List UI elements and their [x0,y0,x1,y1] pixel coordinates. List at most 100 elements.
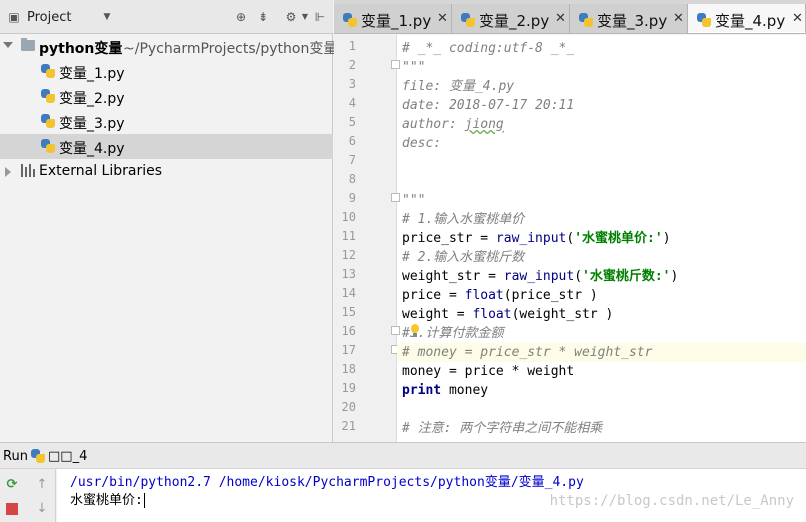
code-line: weight = float(weight_str ) [402,305,613,324]
fold-marker-icon[interactable] [391,193,400,202]
rerun-icon[interactable]: ⟳ [4,477,20,493]
code-text: weight = [402,307,473,322]
locate-file-icon[interactable]: ⊕ [234,10,248,24]
project-panel: ▣ Project ▼ ⊕ ⇟ ⚙ ▼ ⊩ python变量 ~/Pycharm… [0,0,337,442]
tree-item-file[interactable]: 变量_2.py [0,84,333,109]
tree-item-project-root[interactable]: python变量 ~/PycharmProjects/python变量 [0,34,337,59]
lightbulb-icon[interactable] [409,324,421,339]
tree-item-file[interactable]: 变量_1.py [0,59,333,84]
external-libraries-label: External Libraries [39,163,162,179]
code-line: price_str = raw_input('水蜜桃单价:') [402,231,671,246]
builtin-function: float [472,307,512,322]
code-text: price_str = [402,231,496,246]
line-number: 3 [348,77,356,91]
code-editor[interactable]: 1 2 3 4 5 6 7 8 9 10 11 12 13 14 15 16 1… [334,35,806,442]
line-number: 20 [341,400,356,414]
line-number: 16 [341,324,356,338]
line-number: 18 [341,362,356,376]
scroll-up-icon[interactable]: ↑ [34,477,50,493]
python-file-icon [40,113,56,129]
run-panel-title: Run [3,449,28,464]
code-text: money [441,383,489,398]
collapse-all-icon[interactable]: ⇟ [256,10,270,24]
tree-item-file[interactable]: 变量_3.py [0,109,333,134]
run-toolbar: ⟳ ↑ ↓ [0,469,56,522]
docstring: author: [402,117,465,132]
fold-marker-icon[interactable] [391,60,400,69]
expand-arrow-icon[interactable] [3,42,13,48]
keyword: print [402,383,442,398]
gear-menu-chevron-icon[interactable]: ▼ [298,10,312,24]
project-view-selector[interactable]: Project [27,10,71,25]
code-text: ) [597,307,614,322]
code-line: """ [402,58,425,77]
line-number: 11 [341,229,356,243]
library-icon [21,164,35,177]
string-literal: '水蜜桃单价:' [574,231,663,246]
gear-icon[interactable]: ⚙ [284,10,298,24]
line-number: 21 [341,419,356,433]
code-line: date: 2018-07-17 20:11 [402,96,574,115]
hide-panel-icon[interactable]: ⊩ [313,10,327,24]
close-icon[interactable]: ✕ [437,11,448,26]
code-line: author: jiong [402,115,504,134]
console-command-line: /usr/bin/python2.7 /home/kiosk/PycharmPr… [70,475,584,490]
comment: # _*_ coding:utf-8 _*_ [402,41,575,56]
stop-icon[interactable] [4,501,20,517]
watermark: https://blog.csdn.net/Le_Anny [549,493,794,509]
code-text: ) [662,231,671,246]
close-icon[interactable]: ✕ [555,11,566,26]
editor-tab[interactable]: 变量_3.py ✕ [570,4,688,33]
line-number: 2 [348,58,356,72]
console-prompt-text: 水蜜桃单价: [70,493,143,508]
code-text: (weight_str [511,307,598,322]
code-text: ) [670,269,679,284]
line-number: 7 [348,153,356,167]
line-number: 8 [348,172,356,186]
code-text: price = [402,288,465,303]
code-line: price = float(price_str ) [402,286,598,305]
python-file-icon [696,12,712,28]
run-console[interactable]: /usr/bin/python2.7 /home/kiosk/PycharmPr… [57,469,806,522]
code-text: (price_str [503,288,583,303]
file-name: 变量_3.py [59,116,125,132]
scroll-down-icon[interactable]: ↓ [34,501,50,517]
console-input-line[interactable]: 水蜜桃单价: [70,489,145,508]
close-icon[interactable]: ✕ [673,11,684,26]
code-text: ) [582,288,598,303]
code-line: # 注意: 两个字符串之间不能相乘 [402,419,602,438]
code-line: print money [402,381,488,400]
code-line: """ [402,191,425,210]
close-icon[interactable]: ✕ [792,11,803,26]
python-file-icon [40,88,56,104]
editor-tab-active[interactable]: 变量_4.py ✕ [688,4,806,33]
code-text: money = price * weight [402,364,575,379]
comment: # 2.输入水蜜桃斤数 [402,250,525,265]
line-number: 4 [348,96,356,110]
docstring: """ [402,193,426,208]
code-line: # 2.输入水蜜桃斤数 [402,248,524,267]
code-line: # _*_ coding:utf-8 _*_ [402,39,574,58]
line-number: 5 [348,115,356,129]
editor-tab[interactable]: 变量_2.py ✕ [452,4,570,33]
expand-arrow-icon[interactable] [5,167,11,177]
line-number: 17 [341,343,356,357]
string-literal: '水蜜桃斤数:' [582,269,671,284]
run-config-name[interactable]: □□_4 [48,449,87,464]
chevron-down-icon[interactable]: ▼ [100,10,114,24]
file-name: 变量_1.py [59,66,125,82]
folder-icon [21,38,35,51]
fold-marker-icon[interactable] [391,326,400,335]
comment: # money = price_str * weight_str [402,345,653,360]
tree-item-file-selected[interactable]: 变量_4.py [0,134,333,159]
code-line-current: # money = price_str * weight_str [397,343,806,362]
editor-tab[interactable]: 变量_1.py ✕ [334,4,452,33]
editor-tab-bar: 变量_1.py ✕ 变量_2.py ✕ 变量_3.py ✕ 变量_4.py ✕ [334,0,806,34]
tree-item-external-libraries[interactable]: External Libraries [0,159,333,184]
code-line: money = price * weight [402,362,574,381]
project-root-name: python变量 [39,41,123,57]
python-file-icon [578,12,594,28]
code-line: file: 变量_4.py [402,77,514,96]
project-view-icon: ▣ [8,10,20,24]
builtin-function: float [464,288,504,303]
